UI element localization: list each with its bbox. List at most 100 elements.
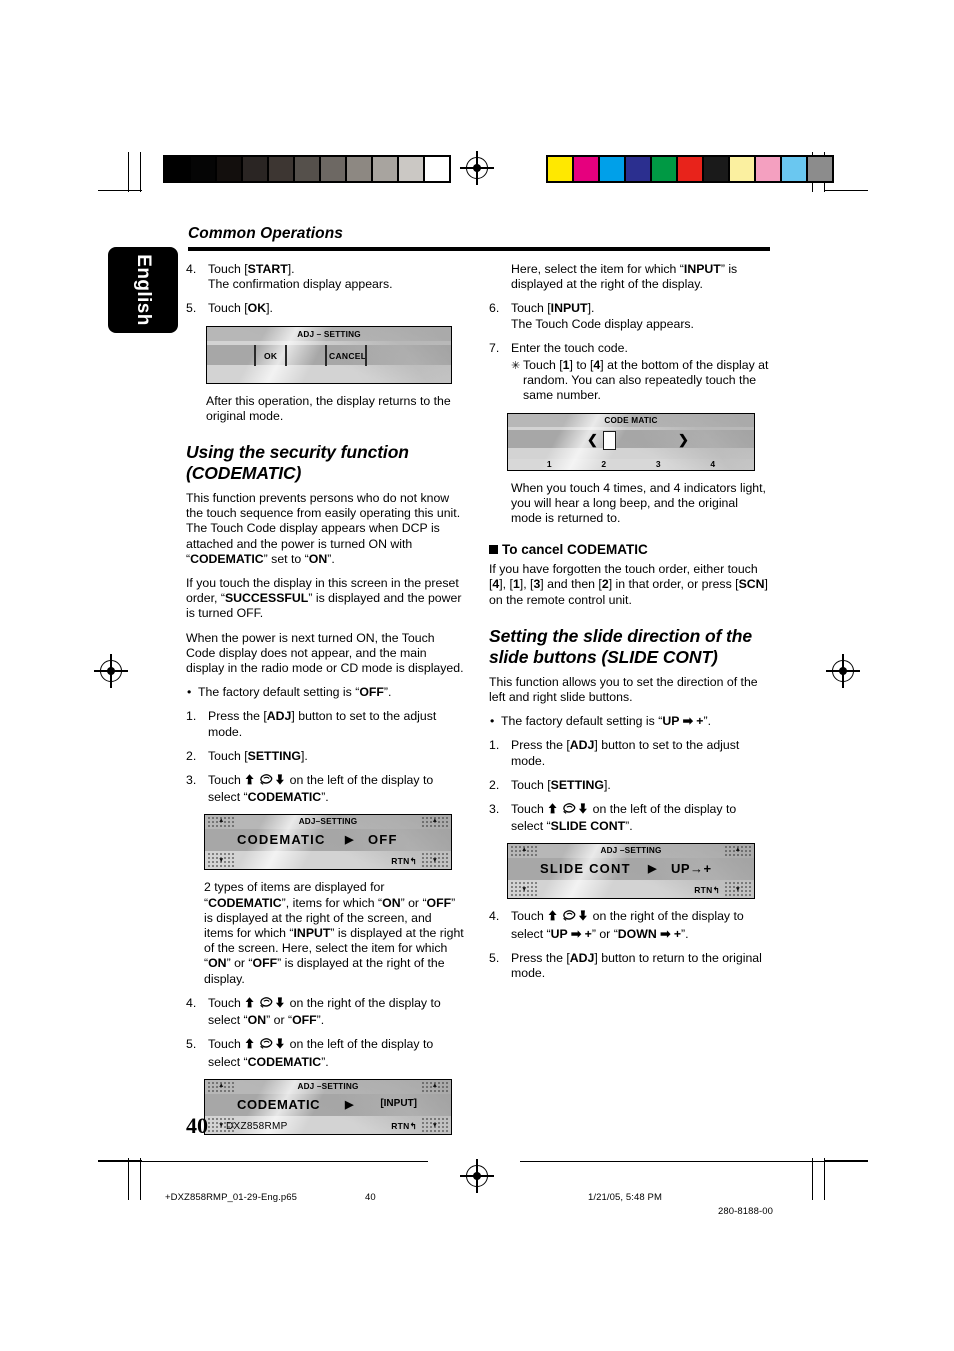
step-number: 2.	[186, 748, 197, 763]
grayscale-patch-bar	[163, 155, 451, 183]
subsection-label: To cancel CODEMATIC	[502, 542, 648, 558]
lcd-number-1[interactable]: 1	[522, 459, 577, 469]
lcd-band	[508, 429, 754, 448]
lcd-rtn-label[interactable]: RTN↰	[391, 1121, 417, 1132]
step-number: 5.	[489, 950, 500, 965]
lcd-number-2[interactable]: 2	[577, 459, 632, 469]
grayscale-patch-3	[243, 157, 269, 181]
lcd-code-entry-box[interactable]	[603, 430, 616, 450]
color-patch-7	[730, 157, 756, 181]
input-intro-paragraph: Here, select the item for which “INPUT” …	[511, 262, 738, 292]
term-successful: SUCCESSFUL	[224, 591, 309, 606]
term-slide-cont: SLIDE CONT	[550, 819, 626, 834]
lcd-left-down-mark: ▼	[521, 886, 528, 894]
footer-timestamp: 1/21/05, 5:48 PM	[588, 1192, 662, 1203]
crop-mark-bottom-right-v2	[824, 1158, 826, 1200]
button-ref-setting: SETTING	[247, 748, 301, 763]
step-7-sub-note: ✳ Touch [1] to [4] at the bottom of the …	[511, 358, 769, 403]
lcd-number-4[interactable]: 4	[686, 459, 741, 469]
lcd-ok-cancel-display: ADJ – SETTING OK CANCEL	[206, 325, 452, 384]
registration-target-left	[94, 654, 128, 688]
step-number: 6.	[489, 301, 500, 316]
step-5-touch-ok: 5. Touch [OK].	[186, 301, 467, 316]
button-ref-ok: OK	[247, 301, 267, 316]
step-number: 5.	[186, 1037, 197, 1052]
lcd-title: ADJ –SETTING	[297, 1081, 359, 1091]
lcd-value: [INPUT]	[380, 1097, 417, 1109]
step-2-touch-setting: 2. Touch [SETTING].	[186, 748, 308, 763]
button-ref-adj: ADJ	[569, 738, 595, 753]
touch-control-glyphs	[245, 996, 285, 1013]
color-patch-10	[808, 157, 832, 181]
step-text-end: ].	[287, 262, 295, 276]
codematic-paragraph-3: When the power is next turned ON, the To…	[186, 630, 464, 676]
asterisk-marker: ✳	[511, 360, 521, 373]
button-ref-start: START	[247, 262, 288, 276]
step-number: 4.	[186, 262, 197, 276]
language-tab: English	[108, 247, 178, 333]
color-patch-bar	[546, 155, 834, 183]
slide-step-1-press-adj: 1. Press the [ADJ] button to set to the …	[489, 738, 740, 768]
step-number: 4.	[186, 995, 197, 1010]
footer-rule-left	[98, 1161, 428, 1163]
step-number: 4.	[489, 909, 500, 924]
lcd-cancel-key[interactable]: CANCEL	[329, 351, 366, 361]
lcd-number-row[interactable]: 1 2 3 4	[508, 459, 754, 469]
lcd-right-down-mark: ▼	[431, 857, 438, 865]
term-codematic: CODEMATIC	[190, 551, 264, 566]
grayscale-patch-8	[373, 157, 399, 181]
step-5-select-codematic: 5. Touch on the left of the display to s…	[186, 1037, 434, 1069]
lcd-arrow-icon: ▶	[345, 1098, 354, 1111]
term-input: INPUT	[683, 262, 721, 276]
step-text-line2: The confirmation display appears.	[208, 277, 393, 292]
button-ref-adj: ADJ	[266, 709, 292, 724]
section-title-slide-cont: Setting the slide direction of the slide…	[489, 625, 753, 667]
step-7-enter-touch-code: 7. Enter the touch code.	[489, 340, 628, 355]
lcd-title: ADJ –SETTING	[600, 846, 662, 856]
color-patch-3	[626, 157, 652, 181]
lcd-title: ADJ – SETTING	[297, 329, 361, 339]
lcd-value: UP→+	[671, 861, 712, 877]
grayscale-patch-1	[191, 157, 217, 181]
lcd-number-3[interactable]: 3	[631, 459, 686, 469]
touch-control-glyphs	[548, 909, 588, 926]
lcd-right-chevron-icon[interactable]: ❯	[678, 433, 689, 446]
lcd-left-down-mark: ▼	[218, 857, 225, 865]
step-number: 1.	[489, 738, 500, 753]
slide-default-setting-bullet: • The factory default setting is “UP ➡ +…	[490, 713, 712, 729]
left-column: 4. Touch [START]. The confirmation displ…	[186, 262, 467, 1145]
crop-mark-top-left-h	[98, 190, 142, 192]
footer-partnumber: 280-8188-00	[718, 1206, 773, 1217]
rtn-arrow-icon: ↰	[409, 856, 417, 867]
color-patch-4	[652, 157, 678, 181]
codematic-item-types-paragraph: 2 types of items are displayed for “CODE…	[204, 880, 464, 986]
lcd-left-chevron-icon[interactable]: ❮	[587, 433, 598, 446]
rtn-arrow-icon: ↰	[409, 1120, 417, 1131]
lcd-item-label: CODEMATIC	[237, 1096, 321, 1112]
lcd-rtn-label[interactable]: RTN↰	[694, 885, 720, 896]
step-4-touch-start: 4. Touch [START]. The confirmation displ…	[186, 262, 467, 292]
step-number: 1.	[186, 709, 197, 724]
page-number: 40	[186, 1113, 208, 1138]
after-operation-note: After this operation, the display return…	[206, 393, 451, 423]
lcd-rtn-label[interactable]: RTN↰	[391, 856, 417, 867]
lcd-divider	[325, 344, 327, 366]
lcd-codematic-off-display: ▲ ▲ ▼ ▼ ADJ–SETTING CODEMATIC ▶ OFF RTN↰	[204, 814, 452, 871]
grayscale-patch-4	[269, 157, 295, 181]
color-patch-0	[548, 157, 574, 181]
registration-target-bottom	[460, 1159, 494, 1193]
slide-step-5-press-adj-return: 5. Press the [ADJ] button to return to t…	[489, 950, 762, 981]
running-head: Common Operations	[188, 225, 343, 242]
footer-filename: +DXZ858RMP_01-29-Eng.p65	[165, 1192, 298, 1203]
button-ref-adj: ADJ	[569, 950, 595, 965]
lcd-arrow-icon: ▶	[345, 834, 354, 847]
step-text-end: ].	[266, 301, 273, 316]
lcd-ok-key[interactable]: OK	[264, 351, 277, 361]
grayscale-patch-5	[295, 157, 321, 181]
crop-mark-bottom-left-v	[128, 1158, 130, 1200]
color-patch-1	[574, 157, 600, 181]
codematic-paragraph-1: This function prevents persons who do no…	[186, 491, 461, 566]
lcd-value: OFF	[368, 832, 398, 848]
registration-target-right	[826, 654, 860, 688]
grayscale-patch-0	[165, 157, 191, 181]
